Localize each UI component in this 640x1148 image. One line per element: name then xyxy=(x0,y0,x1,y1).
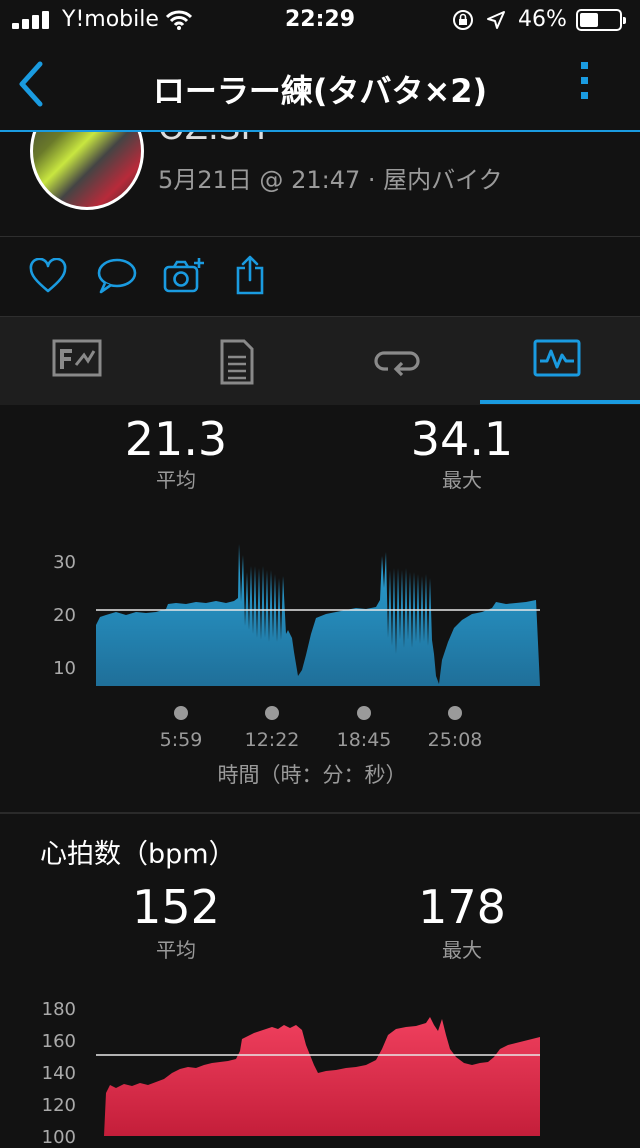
tab-overview[interactable] xyxy=(0,317,160,405)
hr-avg-label: 平均 xyxy=(156,938,196,962)
activity-meta: 5月21日 @ 21:47 · 屋内バイク xyxy=(158,166,503,194)
speed-x-axis-title: 時間（時：分：秒） xyxy=(217,763,407,787)
speed-max-value: 34.1 xyxy=(410,412,514,466)
section-divider xyxy=(0,812,640,814)
overview-icon xyxy=(52,339,102,377)
hr-y-tick: 100 xyxy=(41,1127,76,1148)
heart-rate-chart xyxy=(96,1017,540,1136)
hr-y-tick: 140 xyxy=(41,1063,76,1084)
speed-x-tick: 18:45 xyxy=(336,729,392,751)
x-tick-dot xyxy=(448,706,462,720)
speed-y-tick: 30 xyxy=(53,552,76,573)
location-arrow-icon xyxy=(487,11,505,29)
x-tick-dot xyxy=(174,706,188,720)
speed-area xyxy=(96,544,540,686)
battery-percent: 46% xyxy=(518,7,567,32)
tab-charts[interactable] xyxy=(480,317,640,405)
rotation-lock-icon xyxy=(453,10,473,30)
document-icon xyxy=(220,339,254,385)
hr-y-tick: 160 xyxy=(41,1031,76,1052)
comment-icon[interactable] xyxy=(96,256,138,296)
back-chevron-icon[interactable] xyxy=(14,60,48,108)
speed-x-tick: 5:59 xyxy=(159,729,203,751)
battery-icon xyxy=(576,9,626,31)
heart-rate-area xyxy=(104,1017,540,1136)
hr-max-value: 178 xyxy=(418,880,506,934)
add-photo-icon[interactable] xyxy=(162,256,206,296)
active-tab-indicator xyxy=(480,400,640,404)
speed-max-label: 最大 xyxy=(442,468,482,492)
heart-rate-title: 心拍数（bpm） xyxy=(40,839,236,870)
x-tick-dot xyxy=(265,706,279,720)
speed-y-tick: 10 xyxy=(53,658,76,679)
speed-avg-value: 21.3 xyxy=(124,412,228,466)
heart-icon[interactable] xyxy=(28,258,68,294)
status-bar: Y!mobile 22:29 46% xyxy=(0,0,640,40)
hr-y-tick: 120 xyxy=(41,1095,76,1116)
hr-avg-value: 152 xyxy=(132,880,220,934)
tab-details[interactable] xyxy=(160,317,320,405)
speed-avg-label: 平均 xyxy=(156,468,196,492)
share-icon[interactable] xyxy=(234,254,266,296)
speed-x-tick: 12:22 xyxy=(244,729,300,751)
divider xyxy=(0,236,640,237)
laps-icon xyxy=(374,351,420,377)
hr-y-tick: 180 xyxy=(41,999,76,1020)
action-bar xyxy=(0,252,640,302)
x-tick-dot xyxy=(357,706,371,720)
chart-icon xyxy=(533,339,581,377)
more-menu-icon[interactable] xyxy=(574,62,594,107)
page-title: ローラー練(タバタ×2) xyxy=(152,72,488,110)
speed-y-tick: 20 xyxy=(53,605,76,626)
speed-x-tick: 25:08 xyxy=(427,729,483,751)
speed-chart xyxy=(96,544,540,686)
hr-max-label: 最大 xyxy=(442,938,482,962)
tab-bar xyxy=(0,316,640,405)
tab-laps[interactable] xyxy=(320,317,480,405)
nav-bar: ローラー練(タバタ×2) xyxy=(0,40,640,132)
